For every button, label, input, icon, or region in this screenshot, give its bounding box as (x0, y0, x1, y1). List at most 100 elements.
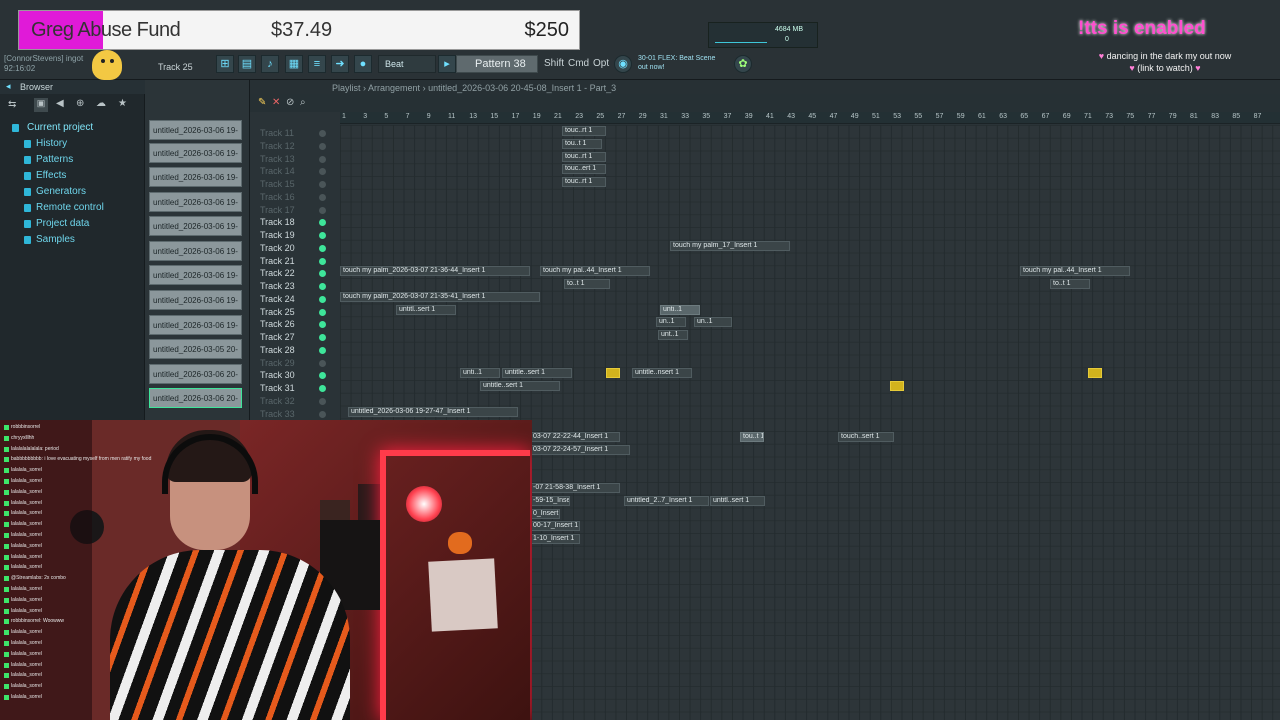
playlist-clip[interactable]: touch..sert 1 (838, 432, 894, 442)
speaker-icon[interactable]: ◀ (56, 98, 64, 109)
playlist-clip[interactable]: touch my palm_17_Insert 1 (670, 240, 790, 251)
playlist-title-mode[interactable]: Arrangement (368, 83, 420, 93)
track-name[interactable]: Track 25 (260, 307, 295, 317)
picker-clip[interactable]: untitled_2026-03-06 19- (149, 216, 242, 236)
track-name[interactable]: Track 29 (260, 358, 295, 368)
playlist-clip[interactable]: to..t 1 (1050, 279, 1090, 289)
track-name[interactable]: Track 31 (260, 383, 295, 393)
track-mute-led[interactable] (319, 308, 326, 316)
browser-menu-icon[interactable]: ◂ (6, 81, 11, 92)
picker-clip[interactable]: untitled_2026-03-06 19- (149, 167, 242, 187)
track-mute-led[interactable] (319, 232, 326, 239)
playlist-clip[interactable]: untitle..nsert 1 (632, 368, 692, 379)
playlist-clip[interactable]: unt..1 (658, 330, 688, 340)
track-name[interactable]: Track 12 (260, 141, 295, 151)
file-icon[interactable]: ▣ (34, 98, 48, 112)
picker-clip[interactable]: untitled_2026-03-06 19- (149, 143, 242, 163)
pattern-play-icon[interactable]: ▸ (438, 55, 456, 73)
track-name[interactable]: Track 33 (260, 409, 295, 419)
playlist-clip[interactable]: touc..rt 1 (562, 126, 606, 136)
playlist-clip[interactable]: 1-10_Insert 1 (530, 534, 580, 544)
playlist-clip[interactable]: untitled_2..7_Insert 1 (624, 495, 709, 506)
track-mute-led[interactable] (319, 206, 326, 214)
playlist-clip[interactable]: touc..rt 1 (562, 151, 606, 162)
playlist-clip[interactable]: unti..1 (660, 304, 700, 315)
track-mute-led[interactable] (319, 270, 326, 278)
track-mute-led[interactable] (319, 244, 326, 252)
track-mute-led[interactable] (319, 385, 326, 392)
playlist-clip[interactable]: to..t 1 (564, 279, 610, 289)
track-name[interactable]: Track 30 (260, 370, 295, 380)
picker-clip[interactable]: untitled_2026-03-06 19- (149, 265, 242, 285)
cloud-icon[interactable]: ☁ (96, 98, 106, 109)
track-name[interactable]: Track 20 (260, 243, 295, 253)
playlist-clip[interactable]: touc..rt 1 (562, 177, 606, 187)
track-mute-led[interactable] (319, 283, 326, 290)
playlist-clip[interactable]: untitl..sert 1 (396, 304, 456, 315)
beat-selector[interactable]: Beat (378, 55, 436, 73)
track-name[interactable]: Track 15 (260, 179, 295, 189)
track-mute-led[interactable] (319, 168, 326, 176)
track-name[interactable]: Track 26 (260, 319, 295, 329)
track-name[interactable]: Track 23 (260, 281, 295, 291)
picker-clip[interactable]: untitled_2026-03-06 20- (149, 364, 242, 384)
track-mute-led[interactable] (319, 295, 326, 303)
playlist-clip[interactable]: touch my pal..44_Insert 1 (540, 266, 650, 277)
news-icon[interactable]: ◉ (614, 55, 632, 73)
playlist-clip[interactable]: 0_Insert 1 (530, 508, 560, 519)
zoom-icon[interactable]: ⌕ (300, 97, 306, 108)
track-mute-led[interactable] (319, 257, 326, 265)
track-name[interactable]: Track 19 (260, 230, 295, 240)
playlist-clip[interactable]: un..1 (656, 317, 686, 328)
playlist-clip[interactable]: 03-07 22-24-57_Insert 1 (530, 444, 630, 455)
playlist-clip[interactable]: un..1 (694, 317, 732, 328)
track-name[interactable]: Track 21 (260, 256, 295, 266)
playlist-clip[interactable]: untitl..sert 1 (710, 495, 765, 506)
picker-clip[interactable]: untitled_2026-03-06 19- (149, 120, 242, 140)
track-mute-led[interactable] (319, 155, 326, 163)
playlist-clip[interactable]: touch my pal..44_Insert 1 (1020, 266, 1130, 277)
picker-clip[interactable]: untitled_2026-03-06 19- (149, 290, 242, 310)
mixer-icon[interactable]: ≡ (308, 55, 326, 73)
news-hint[interactable]: 30-01 FLEX: Beat Scene out now! (638, 54, 718, 72)
track-name[interactable]: Track 24 (260, 294, 295, 304)
cmd-button[interactable]: Cmd (568, 58, 589, 69)
track-mute-led[interactable] (319, 193, 326, 201)
pattern-selector[interactable]: Pattern 38 (456, 55, 538, 73)
track-name[interactable]: Track 27 (260, 332, 295, 342)
playlist-clip[interactable]: tou..t 1 (562, 138, 602, 149)
browser-item-current-project[interactable]: Current project (12, 122, 93, 133)
browser-item-samples[interactable]: Samples (24, 234, 75, 245)
playlist-clip[interactable]: untitled_2026-03-06 19-27-47_Insert 1 (348, 406, 518, 417)
track-name[interactable]: Track 13 (260, 154, 295, 164)
collapse-icon[interactable]: ⇆ (8, 99, 16, 110)
track-name[interactable]: Track 11 (260, 128, 294, 138)
playlist-clip[interactable] (606, 368, 620, 379)
playlist-clip[interactable]: touch my palm_2026-03-07 21-35-41_Insert… (340, 291, 540, 302)
playlist-clip[interactable]: tou..t 1 (740, 432, 764, 442)
browser-item-history[interactable]: History (24, 138, 67, 149)
track-name[interactable]: Track 22 (260, 268, 295, 278)
playlist-icon[interactable]: ▤ (238, 55, 256, 73)
pencil-icon[interactable]: ✎ (258, 97, 266, 108)
playlist-clip[interactable]: untitle..sert 1 (502, 368, 572, 379)
track-name[interactable]: Track 28 (260, 345, 295, 355)
browser-item-project-data[interactable]: Project data (24, 218, 89, 229)
track-mute-led[interactable] (319, 219, 326, 227)
track-mute-led[interactable] (319, 346, 326, 354)
picker-clip[interactable]: untitled_2026-03-05 20- (149, 339, 242, 359)
record-icon[interactable]: ● (354, 55, 372, 73)
playlist-clip[interactable]: touc..ert 1 (562, 164, 606, 175)
playlist-clip[interactable] (1088, 368, 1102, 379)
browser-item-remote-control[interactable]: Remote control (24, 202, 104, 213)
playlist-clip[interactable]: -07 21-58-38_Insert 1 (530, 483, 620, 493)
playlist-clip[interactable] (890, 381, 904, 391)
playlist-clip[interactable]: 00-17_Insert 1 (530, 521, 580, 532)
track-mute-led[interactable] (319, 410, 326, 418)
track-mute-led[interactable] (319, 321, 326, 329)
track-mute-led[interactable] (319, 359, 326, 367)
track-mute-led[interactable] (319, 372, 326, 380)
playlist-clip[interactable]: unti..1 (460, 368, 500, 379)
track-mute-led[interactable] (319, 334, 326, 341)
playlist-clip[interactable]: 03-07 22-22-44_Insert 1 (530, 432, 620, 442)
